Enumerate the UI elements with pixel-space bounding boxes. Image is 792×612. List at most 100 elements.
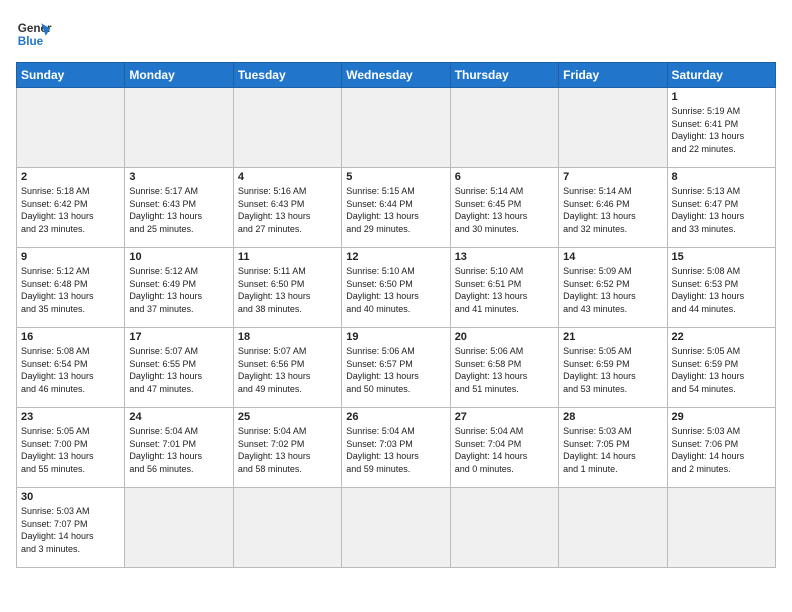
header-monday: Monday xyxy=(125,63,233,88)
day-info: Sunrise: 5:07 AM Sunset: 6:56 PM Dayligh… xyxy=(238,345,337,395)
calendar-cell xyxy=(450,88,558,168)
day-info: Sunrise: 5:04 AM Sunset: 7:01 PM Dayligh… xyxy=(129,425,228,475)
day-info: Sunrise: 5:12 AM Sunset: 6:49 PM Dayligh… xyxy=(129,265,228,315)
calendar-cell: 19 Sunrise: 5:06 AM Sunset: 6:57 PM Dayli… xyxy=(342,328,450,408)
calendar-week-row: 16 Sunrise: 5:08 AM Sunset: 6:54 PM Dayli… xyxy=(17,328,776,408)
day-number: 30 xyxy=(21,491,120,503)
header-saturday: Saturday xyxy=(667,63,775,88)
calendar-cell: 12 Sunrise: 5:10 AM Sunset: 6:50 PM Dayli… xyxy=(342,248,450,328)
calendar-cell: 18 Sunrise: 5:07 AM Sunset: 6:56 PM Dayli… xyxy=(233,328,341,408)
calendar-cell: 1 Sunrise: 5:19 AM Sunset: 6:41 PM Daylig… xyxy=(667,88,775,168)
calendar-cell: 11Sunrise: 5:11 AM Sunset: 6:50 PM Dayli… xyxy=(233,248,341,328)
calendar-cell xyxy=(342,88,450,168)
calendar-cell: 4 Sunrise: 5:16 AM Sunset: 6:43 PM Daylig… xyxy=(233,168,341,248)
calendar-cell: 25 Sunrise: 5:04 AM Sunset: 7:02 PM Dayli… xyxy=(233,408,341,488)
calendar-cell: 21 Sunrise: 5:05 AM Sunset: 6:59 PM Dayli… xyxy=(559,328,667,408)
day-number: 8 xyxy=(672,171,771,183)
day-number: 14 xyxy=(563,251,662,263)
day-number: 15 xyxy=(672,251,771,263)
calendar-cell: 28Sunrise: 5:03 AM Sunset: 7:05 PM Dayli… xyxy=(559,408,667,488)
day-number: 9 xyxy=(21,251,120,263)
calendar-cell: 29 Sunrise: 5:03 AM Sunset: 7:06 PM Dayli… xyxy=(667,408,775,488)
calendar-cell xyxy=(125,488,233,568)
header-thursday: Thursday xyxy=(450,63,558,88)
calendar-cell xyxy=(342,488,450,568)
day-number: 21 xyxy=(563,331,662,343)
calendar-cell: 15Sunrise: 5:08 AM Sunset: 6:53 PM Dayli… xyxy=(667,248,775,328)
calendar-table: SundayMondayTuesdayWednesdayThursdayFrid… xyxy=(16,62,776,568)
calendar-cell: 10 Sunrise: 5:12 AM Sunset: 6:49 PM Dayli… xyxy=(125,248,233,328)
calendar-cell xyxy=(17,88,125,168)
calendar-cell: 8 Sunrise: 5:13 AM Sunset: 6:47 PM Daylig… xyxy=(667,168,775,248)
day-number: 24 xyxy=(129,411,228,423)
day-number: 10 xyxy=(129,251,228,263)
day-info: Sunrise: 5:10 AM Sunset: 6:50 PM Dayligh… xyxy=(346,265,445,315)
calendar-cell xyxy=(233,88,341,168)
day-number: 29 xyxy=(672,411,771,423)
day-number: 19 xyxy=(346,331,445,343)
day-info: Sunrise: 5:09 AM Sunset: 6:52 PM Dayligh… xyxy=(563,265,662,315)
day-info: Sunrise: 5:13 AM Sunset: 6:47 PM Dayligh… xyxy=(672,185,771,235)
header-sunday: Sunday xyxy=(17,63,125,88)
calendar-cell: 16 Sunrise: 5:08 AM Sunset: 6:54 PM Dayli… xyxy=(17,328,125,408)
day-number: 4 xyxy=(238,171,337,183)
calendar-week-row: 2Sunrise: 5:18 AM Sunset: 6:42 PM Daylig… xyxy=(17,168,776,248)
day-number: 13 xyxy=(455,251,554,263)
day-info: Sunrise: 5:08 AM Sunset: 6:54 PM Dayligh… xyxy=(21,345,120,395)
calendar-cell xyxy=(450,488,558,568)
day-number: 1 xyxy=(672,91,771,103)
day-info: Sunrise: 5:05 AM Sunset: 6:59 PM Dayligh… xyxy=(563,345,662,395)
day-info: Sunrise: 5:16 AM Sunset: 6:43 PM Dayligh… xyxy=(238,185,337,235)
day-info: Sunrise: 5:15 AM Sunset: 6:44 PM Dayligh… xyxy=(346,185,445,235)
day-number: 11 xyxy=(238,251,337,263)
calendar-week-row: 30 Sunrise: 5:03 AM Sunset: 7:07 PM Dayli… xyxy=(17,488,776,568)
day-info: Sunrise: 5:03 AM Sunset: 7:06 PM Dayligh… xyxy=(672,425,771,475)
calendar-cell: 27Sunrise: 5:04 AM Sunset: 7:04 PM Dayli… xyxy=(450,408,558,488)
day-info: Sunrise: 5:06 AM Sunset: 6:57 PM Dayligh… xyxy=(346,345,445,395)
header-tuesday: Tuesday xyxy=(233,63,341,88)
day-number: 17 xyxy=(129,331,228,343)
header-wednesday: Wednesday xyxy=(342,63,450,88)
day-number: 6 xyxy=(455,171,554,183)
calendar-week-row: 23 Sunrise: 5:05 AM Sunset: 7:00 PM Dayli… xyxy=(17,408,776,488)
header: General Blue xyxy=(16,16,776,52)
calendar-cell: 30 Sunrise: 5:03 AM Sunset: 7:07 PM Dayli… xyxy=(17,488,125,568)
logo-icon: General Blue xyxy=(16,16,52,52)
calendar-cell: 26Sunrise: 5:04 AM Sunset: 7:03 PM Dayli… xyxy=(342,408,450,488)
day-info: Sunrise: 5:12 AM Sunset: 6:48 PM Dayligh… xyxy=(21,265,120,315)
day-number: 5 xyxy=(346,171,445,183)
day-number: 26 xyxy=(346,411,445,423)
calendar-week-row: 1 Sunrise: 5:19 AM Sunset: 6:41 PM Daylig… xyxy=(17,88,776,168)
calendar-cell: 2Sunrise: 5:18 AM Sunset: 6:42 PM Daylig… xyxy=(17,168,125,248)
calendar-cell xyxy=(125,88,233,168)
day-info: Sunrise: 5:03 AM Sunset: 7:05 PM Dayligh… xyxy=(563,425,662,475)
day-number: 12 xyxy=(346,251,445,263)
calendar-cell: 20Sunrise: 5:06 AM Sunset: 6:58 PM Dayli… xyxy=(450,328,558,408)
day-number: 16 xyxy=(21,331,120,343)
day-number: 2 xyxy=(21,171,120,183)
calendar-cell: 22Sunrise: 5:05 AM Sunset: 6:59 PM Dayli… xyxy=(667,328,775,408)
day-info: Sunrise: 5:05 AM Sunset: 7:00 PM Dayligh… xyxy=(21,425,120,475)
calendar-header-row: SundayMondayTuesdayWednesdayThursdayFrid… xyxy=(17,63,776,88)
calendar-cell xyxy=(233,488,341,568)
day-info: Sunrise: 5:03 AM Sunset: 7:07 PM Dayligh… xyxy=(21,505,120,555)
calendar-cell: 14 Sunrise: 5:09 AM Sunset: 6:52 PM Dayli… xyxy=(559,248,667,328)
logo: General Blue xyxy=(16,16,52,52)
day-info: Sunrise: 5:04 AM Sunset: 7:02 PM Dayligh… xyxy=(238,425,337,475)
day-number: 27 xyxy=(455,411,554,423)
day-info: Sunrise: 5:19 AM Sunset: 6:41 PM Dayligh… xyxy=(672,105,771,155)
day-number: 18 xyxy=(238,331,337,343)
day-number: 7 xyxy=(563,171,662,183)
day-info: Sunrise: 5:10 AM Sunset: 6:51 PM Dayligh… xyxy=(455,265,554,315)
calendar-week-row: 9 Sunrise: 5:12 AM Sunset: 6:48 PM Daylig… xyxy=(17,248,776,328)
calendar-cell xyxy=(559,488,667,568)
calendar-cell: 23 Sunrise: 5:05 AM Sunset: 7:00 PM Dayli… xyxy=(17,408,125,488)
calendar-cell: 6Sunrise: 5:14 AM Sunset: 6:45 PM Daylig… xyxy=(450,168,558,248)
day-info: Sunrise: 5:07 AM Sunset: 6:55 PM Dayligh… xyxy=(129,345,228,395)
day-number: 23 xyxy=(21,411,120,423)
calendar-cell: 24 Sunrise: 5:04 AM Sunset: 7:01 PM Dayli… xyxy=(125,408,233,488)
day-number: 25 xyxy=(238,411,337,423)
calendar-cell: 17 Sunrise: 5:07 AM Sunset: 6:55 PM Dayli… xyxy=(125,328,233,408)
calendar-cell: 9 Sunrise: 5:12 AM Sunset: 6:48 PM Daylig… xyxy=(17,248,125,328)
day-info: Sunrise: 5:06 AM Sunset: 6:58 PM Dayligh… xyxy=(455,345,554,395)
